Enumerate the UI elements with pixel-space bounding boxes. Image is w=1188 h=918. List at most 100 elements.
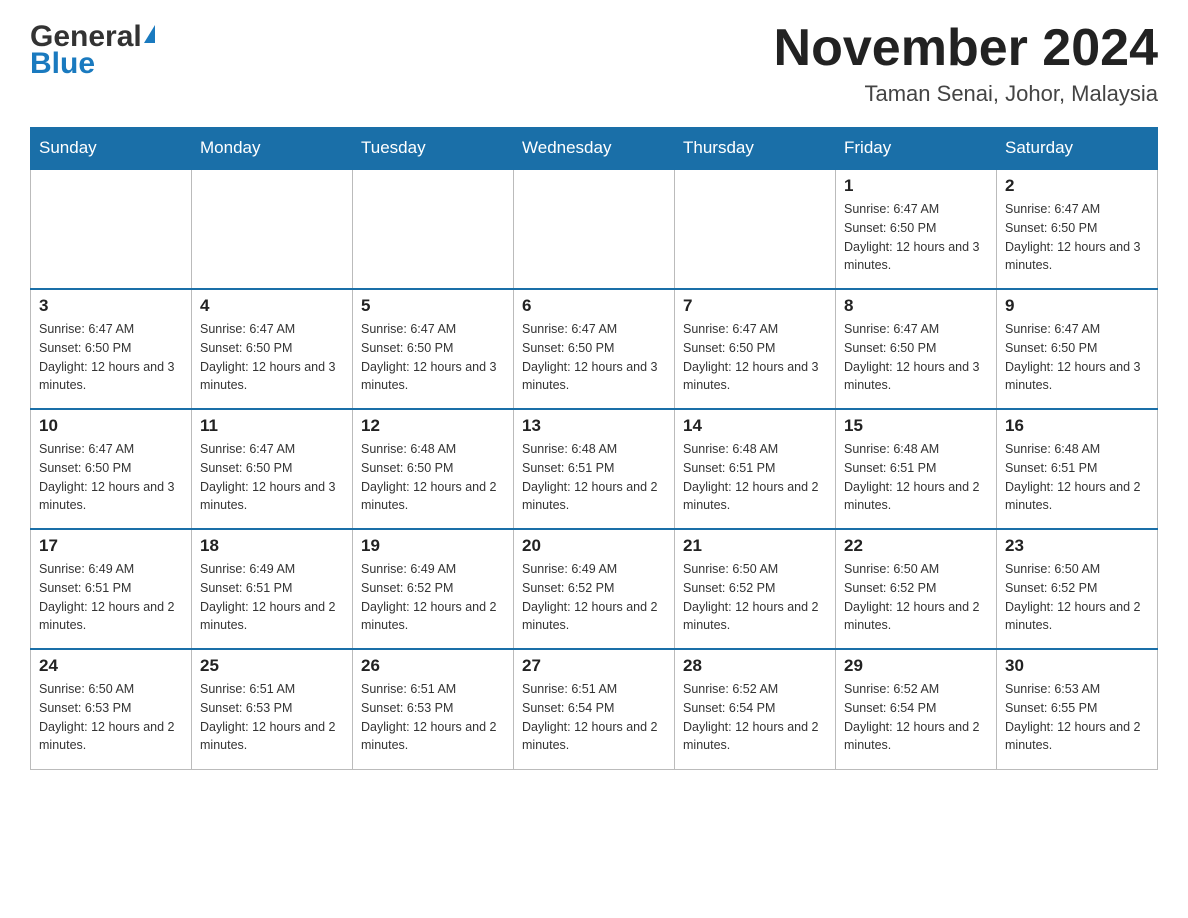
day-number: 8 [844, 296, 988, 316]
calendar-cell: 4Sunrise: 6:47 AM Sunset: 6:50 PM Daylig… [192, 289, 353, 409]
day-number: 24 [39, 656, 183, 676]
week-row-3: 10 Sunrise: 6:47 AM Sunset: 6:50 PM Dayli… [31, 409, 1158, 529]
title-area: November 2024 Taman Senai, Johor, Malays… [774, 20, 1158, 107]
day-number: 3 [39, 296, 183, 316]
calendar-cell: 18 Sunrise: 6:49 AM Sunset: 6:51 PM Dayli… [192, 529, 353, 649]
day-number: 11 [200, 416, 344, 436]
week-row-5: 24 Sunrise: 6:50 AM Sunset: 6:53 PM Dayli… [31, 649, 1158, 769]
day-info: Sunrise: 6:50 AM Sunset: 6:52 PM Dayligh… [683, 560, 827, 635]
day-info: Sunrise: 6:48 AM Sunset: 6:51 PM Dayligh… [522, 440, 666, 515]
day-header-sunday: Sunday [31, 128, 192, 170]
day-info: Sunrise: 6:52 AM Sunset: 6:54 PM Dayligh… [683, 680, 827, 755]
day-number: 9 [1005, 296, 1149, 316]
day-number: 4 [200, 296, 344, 316]
calendar-table: SundayMondayTuesdayWednesdayThursdayFrid… [30, 127, 1158, 770]
logo-blue: Blue [30, 49, 95, 79]
day-info: Sunrise: 6:47 AM Sunset: 6:50 PM Dayligh… [39, 440, 183, 515]
day-info: Sunrise: 6:48 AM Sunset: 6:51 PM Dayligh… [683, 440, 827, 515]
calendar-cell: 26 Sunrise: 6:51 AM Sunset: 6:53 PM Dayli… [353, 649, 514, 769]
day-info: Sunrise: 6:47 AM Sunset: 6:50 PM Dayligh… [1005, 320, 1149, 395]
calendar-cell: 12Sunrise: 6:48 AM Sunset: 6:50 PM Dayli… [353, 409, 514, 529]
day-header-tuesday: Tuesday [353, 128, 514, 170]
week-row-1: 1 Sunrise: 6:47 AM Sunset: 6:50 PM Daylig… [31, 169, 1158, 289]
day-info: Sunrise: 6:49 AM Sunset: 6:51 PM Dayligh… [39, 560, 183, 635]
day-number: 13 [522, 416, 666, 436]
day-number: 27 [522, 656, 666, 676]
calendar-cell: 27 Sunrise: 6:51 AM Sunset: 6:54 PM Dayli… [514, 649, 675, 769]
day-number: 1 [844, 176, 988, 196]
calendar-cell: 21 Sunrise: 6:50 AM Sunset: 6:52 PM Dayli… [675, 529, 836, 649]
day-number: 22 [844, 536, 988, 556]
calendar-cell: 17 Sunrise: 6:49 AM Sunset: 6:51 PM Dayli… [31, 529, 192, 649]
day-info: Sunrise: 6:47 AM Sunset: 6:50 PM Dayligh… [200, 440, 344, 515]
day-info: Sunrise: 6:49 AM Sunset: 6:51 PM Dayligh… [200, 560, 344, 635]
month-title: November 2024 [774, 20, 1158, 77]
day-number: 6 [522, 296, 666, 316]
calendar-cell: 10 Sunrise: 6:47 AM Sunset: 6:50 PM Dayli… [31, 409, 192, 529]
calendar-cell [192, 169, 353, 289]
calendar-cell [31, 169, 192, 289]
day-number: 7 [683, 296, 827, 316]
logo: General Blue [30, 20, 155, 79]
week-row-2: 3 Sunrise: 6:47 AM Sunset: 6:50 PM Daylig… [31, 289, 1158, 409]
calendar-cell: 20 Sunrise: 6:49 AM Sunset: 6:52 PM Dayli… [514, 529, 675, 649]
day-number: 5 [361, 296, 505, 316]
day-number: 10 [39, 416, 183, 436]
day-header-saturday: Saturday [997, 128, 1158, 170]
day-header-wednesday: Wednesday [514, 128, 675, 170]
day-number: 23 [1005, 536, 1149, 556]
day-number: 17 [39, 536, 183, 556]
day-info: Sunrise: 6:47 AM Sunset: 6:50 PM Dayligh… [39, 320, 183, 395]
calendar-cell [675, 169, 836, 289]
week-row-4: 17 Sunrise: 6:49 AM Sunset: 6:51 PM Dayli… [31, 529, 1158, 649]
day-info: Sunrise: 6:50 AM Sunset: 6:53 PM Dayligh… [39, 680, 183, 755]
calendar-cell: 25 Sunrise: 6:51 AM Sunset: 6:53 PM Dayli… [192, 649, 353, 769]
day-number: 20 [522, 536, 666, 556]
day-number: 2 [1005, 176, 1149, 196]
day-number: 29 [844, 656, 988, 676]
day-number: 16 [1005, 416, 1149, 436]
day-info: Sunrise: 6:47 AM Sunset: 6:50 PM Dayligh… [683, 320, 827, 395]
day-header-monday: Monday [192, 128, 353, 170]
calendar-cell: 24 Sunrise: 6:50 AM Sunset: 6:53 PM Dayli… [31, 649, 192, 769]
calendar-cell: 5Sunrise: 6:47 AM Sunset: 6:50 PM Daylig… [353, 289, 514, 409]
day-header-thursday: Thursday [675, 128, 836, 170]
day-number: 26 [361, 656, 505, 676]
calendar-cell: 8Sunrise: 6:47 AM Sunset: 6:50 PM Daylig… [836, 289, 997, 409]
day-number: 12 [361, 416, 505, 436]
day-info: Sunrise: 6:49 AM Sunset: 6:52 PM Dayligh… [522, 560, 666, 635]
calendar-cell: 28Sunrise: 6:52 AM Sunset: 6:54 PM Dayli… [675, 649, 836, 769]
day-info: Sunrise: 6:51 AM Sunset: 6:53 PM Dayligh… [200, 680, 344, 755]
day-info: Sunrise: 6:47 AM Sunset: 6:50 PM Dayligh… [844, 200, 988, 275]
day-number: 19 [361, 536, 505, 556]
day-info: Sunrise: 6:49 AM Sunset: 6:52 PM Dayligh… [361, 560, 505, 635]
calendar-cell: 2Sunrise: 6:47 AM Sunset: 6:50 PM Daylig… [997, 169, 1158, 289]
day-header-friday: Friday [836, 128, 997, 170]
calendar-cell: 7 Sunrise: 6:47 AM Sunset: 6:50 PM Daylig… [675, 289, 836, 409]
days-header-row: SundayMondayTuesdayWednesdayThursdayFrid… [31, 128, 1158, 170]
day-info: Sunrise: 6:53 AM Sunset: 6:55 PM Dayligh… [1005, 680, 1149, 755]
day-info: Sunrise: 6:48 AM Sunset: 6:51 PM Dayligh… [1005, 440, 1149, 515]
day-number: 14 [683, 416, 827, 436]
day-info: Sunrise: 6:50 AM Sunset: 6:52 PM Dayligh… [844, 560, 988, 635]
calendar-cell: 19 Sunrise: 6:49 AM Sunset: 6:52 PM Dayli… [353, 529, 514, 649]
day-info: Sunrise: 6:48 AM Sunset: 6:51 PM Dayligh… [844, 440, 988, 515]
day-number: 21 [683, 536, 827, 556]
calendar-cell: 16 Sunrise: 6:48 AM Sunset: 6:51 PM Dayli… [997, 409, 1158, 529]
day-info: Sunrise: 6:51 AM Sunset: 6:54 PM Dayligh… [522, 680, 666, 755]
day-info: Sunrise: 6:47 AM Sunset: 6:50 PM Dayligh… [522, 320, 666, 395]
calendar-cell: 23 Sunrise: 6:50 AM Sunset: 6:52 PM Dayli… [997, 529, 1158, 649]
calendar-cell: 29Sunrise: 6:52 AM Sunset: 6:54 PM Dayli… [836, 649, 997, 769]
calendar-cell: 30Sunrise: 6:53 AM Sunset: 6:55 PM Dayli… [997, 649, 1158, 769]
day-number: 25 [200, 656, 344, 676]
day-info: Sunrise: 6:51 AM Sunset: 6:53 PM Dayligh… [361, 680, 505, 755]
calendar-cell [514, 169, 675, 289]
calendar-cell: 15 Sunrise: 6:48 AM Sunset: 6:51 PM Dayli… [836, 409, 997, 529]
day-info: Sunrise: 6:50 AM Sunset: 6:52 PM Dayligh… [1005, 560, 1149, 635]
day-number: 15 [844, 416, 988, 436]
location-subtitle: Taman Senai, Johor, Malaysia [774, 81, 1158, 107]
calendar-cell: 11 Sunrise: 6:47 AM Sunset: 6:50 PM Dayli… [192, 409, 353, 529]
page-header: General Blue November 2024 Taman Senai, … [30, 20, 1158, 107]
day-number: 18 [200, 536, 344, 556]
calendar-cell [353, 169, 514, 289]
